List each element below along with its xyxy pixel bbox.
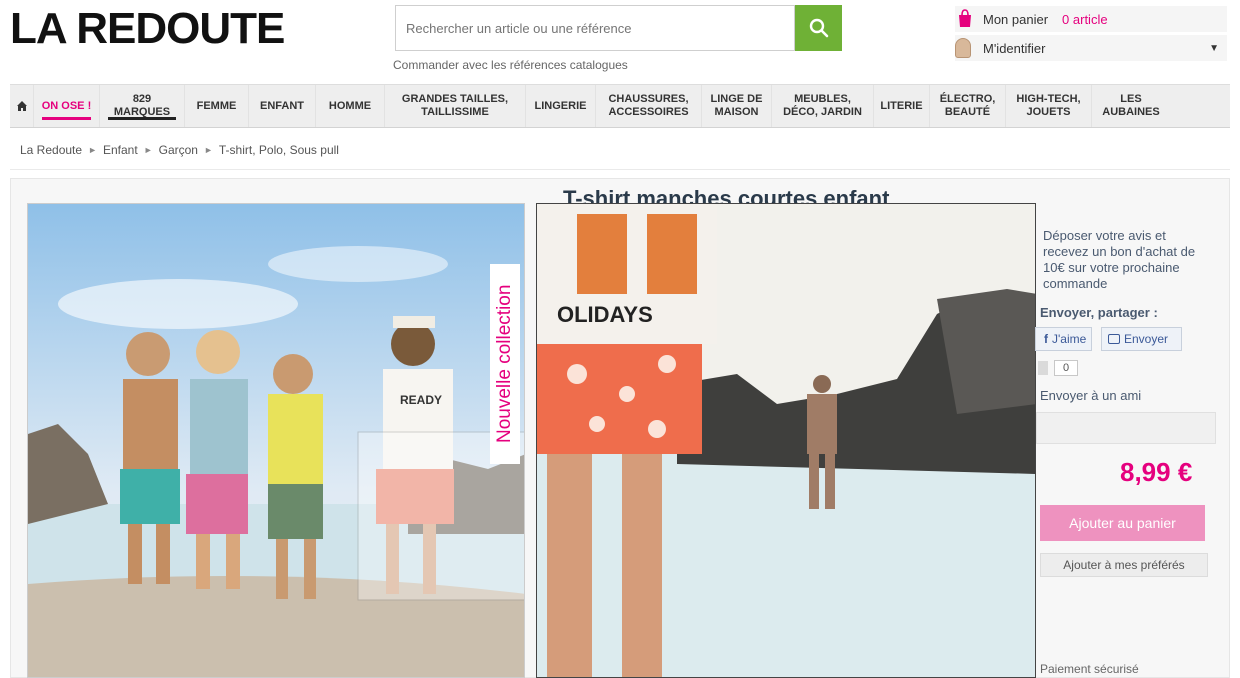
facebook-icon: f [1044,332,1048,346]
breadcrumb-item[interactable]: Enfant [103,143,138,157]
share-label: Envoyer, partager : [1040,305,1158,320]
breadcrumb: La Redoute ► Enfant ► Garçon ► T-shirt, … [10,130,1230,170]
nav-item-homme[interactable]: HOMME [316,85,385,127]
nav-item-high-tech[interactable]: HIGH-TECH, JOUETS [1006,85,1092,127]
like-button[interactable]: f J'aime [1035,327,1092,351]
chevron-right-icon: ► [203,144,213,155]
search-input[interactable] [395,5,795,51]
nav-item-meubles[interactable]: MEUBLES, DÉCO, JARDIN [772,85,874,127]
gplus-icon [1038,361,1048,375]
product-main-image[interactable]: READY Nouvelle collection [27,203,525,678]
nav-item-chaussures[interactable]: CHAUSSURES, ACCESSOIRES [596,85,702,127]
send-button[interactable]: Envoyer [1101,327,1182,351]
chevron-right-icon: ► [143,144,153,155]
avatar [955,38,971,58]
nav-item-femme[interactable]: FEMME [185,85,249,127]
catalog-reference-link[interactable]: Commander avec les références catalogues [393,58,628,72]
nav-item-grandes-tailles[interactable]: GRANDES TAILLES, TAILLISSIME [385,85,526,127]
login-label: M'identifier [983,40,1046,56]
cart-icon [955,9,975,29]
gplus-widget[interactable]: 0 [1038,359,1078,377]
add-to-cart-button[interactable]: Ajouter au panier [1040,505,1205,541]
product-zoom-image[interactable]: OLIDAYS [536,203,1036,678]
search-icon [809,18,828,38]
main-nav: ON OSE ! 829 MARQUES FEMME ENFANT HOMME … [10,84,1230,128]
search-button[interactable] [795,5,842,51]
add-to-favorites-button[interactable]: Ajouter à mes préférés [1040,553,1208,577]
logo[interactable]: LA REDOUTE [10,4,285,54]
cart-widget[interactable]: Mon panier 0 article [955,6,1227,32]
nav-item-enfant[interactable]: ENFANT [249,85,316,127]
send-to-friend-link[interactable]: Envoyer à un ami [1040,388,1141,403]
collection-badge: Nouvelle collection [490,264,520,464]
payment-note: Paiement sécurisé [1040,662,1139,676]
chevron-down-icon[interactable]: ▼ [1209,43,1219,54]
home-icon [16,101,27,111]
tshirt-print: READY [400,393,442,407]
nav-item-literie[interactable]: LITERIE [874,85,930,127]
account-widget[interactable]: M'identifier ▼ [955,35,1227,61]
nav-home[interactable] [10,85,34,127]
cart-label: Mon panier [983,11,1049,27]
breadcrumb-item: T-shirt, Polo, Sous pull [218,142,339,157]
cart-count[interactable]: 0 article [1062,12,1108,27]
nav-item-aubaines[interactable]: LES AUBAINES [1092,85,1170,127]
review-promo-text[interactable]: Déposer votre avis et recevez un bon d'a… [1043,228,1213,292]
size-select[interactable] [1036,412,1216,444]
chevron-right-icon: ► [88,144,97,155]
breadcrumb-item[interactable]: Garçon [159,143,198,157]
price: 8,99 € [1120,457,1193,487]
gplus-count: 0 [1054,360,1078,376]
nav-item-linge-maison[interactable]: LINGE DE MAISON [702,85,772,127]
breadcrumb-item[interactable]: La Redoute [20,143,82,157]
nav-item-on-ose[interactable]: ON OSE ! [34,85,100,127]
nav-item-marques[interactable]: 829 MARQUES [100,85,185,127]
nav-item-electro[interactable]: ÉLECTRO, BEAUTÉ [930,85,1006,127]
nav-item-lingerie[interactable]: LINGERIE [526,85,596,127]
speech-bubble-icon [1108,334,1120,344]
header: LA REDOUTE Commander avec les références… [0,0,1240,82]
tshirt-print-zoom: OLIDAYS [557,302,653,327]
